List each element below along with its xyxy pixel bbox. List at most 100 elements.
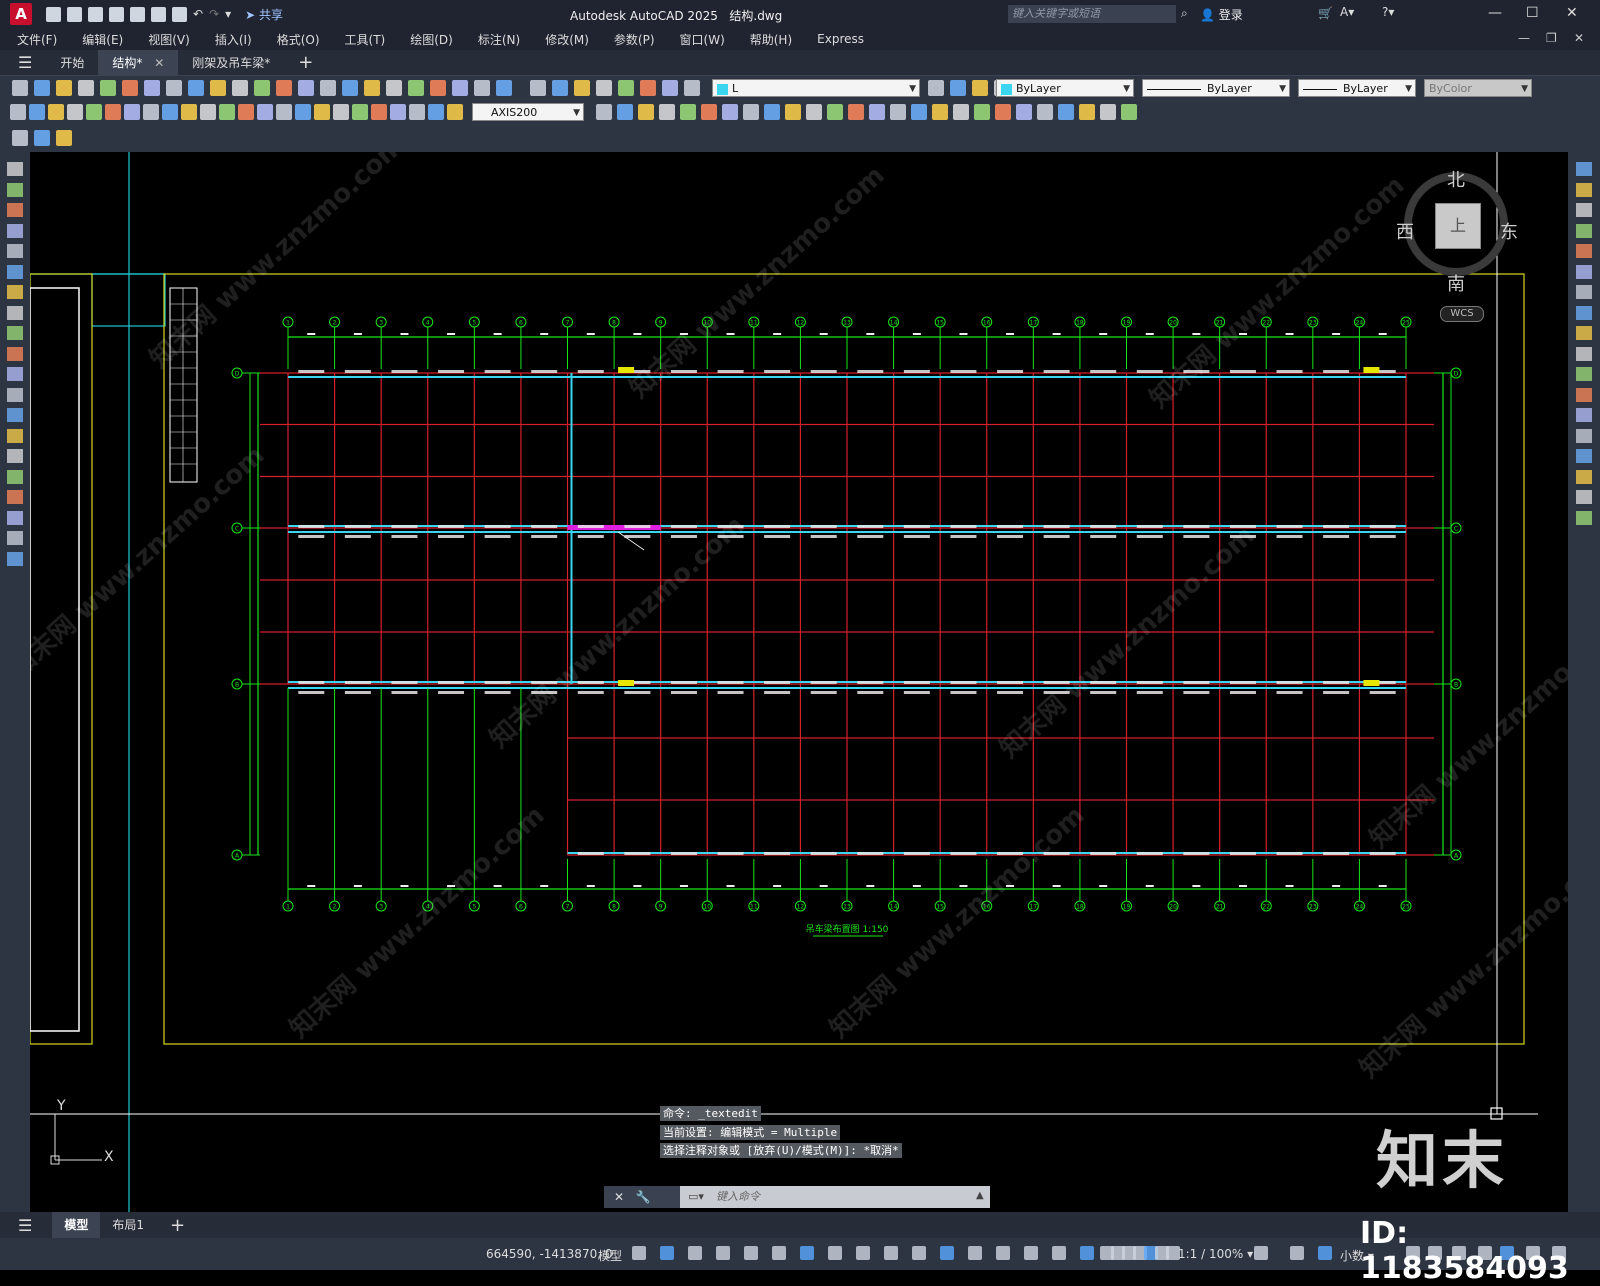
draw-tool-icon[interactable] xyxy=(7,469,23,484)
draw-tool-icon[interactable] xyxy=(7,551,23,566)
status-toggle-icon[interactable] xyxy=(1290,1246,1304,1260)
status-toggle-icon[interactable] xyxy=(1024,1246,1038,1260)
dimension-tool-icon[interactable] xyxy=(238,104,254,120)
draw-tool-icon[interactable] xyxy=(7,367,23,381)
dimension-tool-icon[interactable] xyxy=(48,104,64,120)
modify-tool-icon[interactable] xyxy=(1576,428,1592,443)
viewcube-north[interactable]: 北 xyxy=(1447,166,1465,192)
tool-icon[interactable] xyxy=(320,80,336,96)
menu-tools[interactable]: 工具(T) xyxy=(345,31,386,48)
dimension-tool-icon[interactable] xyxy=(143,104,159,120)
dimension-tool-icon[interactable] xyxy=(124,104,140,120)
status-toggle-icon[interactable] xyxy=(660,1246,674,1260)
match-tool-icon[interactable] xyxy=(972,80,988,96)
tab-model[interactable]: 模型 xyxy=(52,1212,101,1238)
match-tool-icon[interactable] xyxy=(950,80,966,96)
menu-help[interactable]: 帮助(H) xyxy=(750,31,792,48)
draw-tool-icon[interactable] xyxy=(7,244,23,258)
view-tool-icon[interactable] xyxy=(1016,104,1032,120)
dimstyle-dropdown[interactable]: AXIS200 ▼ xyxy=(472,103,584,121)
dimension-tool-icon[interactable] xyxy=(105,104,121,120)
model-space-toggle[interactable]: 模型 xyxy=(598,1247,622,1264)
doc-minimize-button[interactable]: — xyxy=(1518,31,1530,45)
dimension-tool-icon[interactable] xyxy=(10,104,26,120)
dimension-tool-icon[interactable] xyxy=(29,104,45,120)
tool-icon[interactable] xyxy=(342,80,358,96)
save-as-icon[interactable] xyxy=(109,6,124,22)
menu-view[interactable]: 视图(V) xyxy=(148,31,190,48)
tool-icon[interactable] xyxy=(254,80,270,96)
color-dropdown[interactable]: ByLayer ▼ xyxy=(996,79,1134,97)
drawing-canvas[interactable]: 1 1 2 2 3 3 4 4 5 5 6 6 7 7 8 8 9 9 10 10 11 11 12 12 13 13 14 14 15… xyxy=(30,152,1568,1212)
draw-tool-icon[interactable] xyxy=(7,264,23,279)
menu-dimension[interactable]: 标注(N) xyxy=(478,31,520,48)
status-toggle-icon[interactable] xyxy=(828,1246,842,1260)
modify-tool-icon[interactable] xyxy=(1576,223,1592,238)
tool-icon[interactable] xyxy=(78,80,94,96)
layer-tool-icon[interactable] xyxy=(662,80,678,96)
lineweight-dropdown[interactable]: ByLayer ▼ xyxy=(1298,79,1416,97)
tool-icon[interactable] xyxy=(430,80,446,96)
draw-tool-icon[interactable] xyxy=(7,305,23,320)
modify-tool-icon[interactable] xyxy=(1576,510,1592,525)
draw-tool-icon[interactable] xyxy=(7,408,23,422)
status-toggle-icon[interactable] xyxy=(1080,1246,1094,1260)
view-tool-icon[interactable] xyxy=(869,104,885,120)
view-tool-icon[interactable] xyxy=(1037,104,1053,120)
view-tool-icon[interactable] xyxy=(974,104,990,120)
modify-tool-icon[interactable] xyxy=(1576,469,1592,484)
new-tab-button[interactable]: + xyxy=(298,52,313,73)
tool-icon[interactable] xyxy=(452,80,468,96)
view-tool-icon[interactable] xyxy=(764,104,780,120)
viewcube-east[interactable]: 东 xyxy=(1500,218,1518,244)
modify-tool-icon[interactable] xyxy=(1576,182,1592,197)
menu-express[interactable]: Express xyxy=(817,32,864,46)
draw-tool-icon[interactable] xyxy=(7,203,23,217)
view-tool-icon[interactable] xyxy=(890,104,906,120)
tool-icon[interactable] xyxy=(386,80,402,96)
layer-tool-icon[interactable] xyxy=(640,80,656,96)
minimize-button[interactable]: — xyxy=(1488,5,1502,21)
status-toggle-icon[interactable] xyxy=(800,1246,814,1260)
search-icon[interactable]: ⌕ xyxy=(1181,6,1188,21)
layer-tool-icon[interactable] xyxy=(552,80,568,96)
tab-frames[interactable]: 刚架及吊车梁* xyxy=(178,50,284,76)
web-open-icon[interactable] xyxy=(130,6,145,22)
tool-icon[interactable] xyxy=(188,80,204,96)
doc-close-button[interactable]: ✕ xyxy=(1574,31,1584,45)
save-icon[interactable] xyxy=(88,6,103,22)
status-toggle-icon[interactable] xyxy=(884,1246,898,1260)
tool-icon[interactable] xyxy=(210,80,226,96)
extra-tool-icon[interactable] xyxy=(34,130,50,146)
status-toggle-icon[interactable] xyxy=(1254,1246,1268,1260)
tab-start[interactable]: 开始 xyxy=(46,50,98,76)
view-tool-icon[interactable] xyxy=(995,104,1011,120)
draw-tool-icon[interactable] xyxy=(7,223,23,238)
dimension-tool-icon[interactable] xyxy=(333,104,349,120)
view-tool-icon[interactable] xyxy=(806,104,822,120)
new-layout-button[interactable]: + xyxy=(170,1215,185,1236)
status-toggle-icon[interactable] xyxy=(716,1246,730,1260)
maximize-button[interactable]: ☐ xyxy=(1526,5,1539,21)
view-tool-icon[interactable] xyxy=(953,104,969,120)
cart-icon[interactable]: 🛒 xyxy=(1318,6,1333,20)
status-toggle-icon[interactable] xyxy=(688,1246,702,1260)
layer-tool-icon[interactable] xyxy=(530,80,546,96)
draw-tool-icon[interactable] xyxy=(7,428,23,443)
tool-icon[interactable] xyxy=(298,80,314,96)
view-tool-icon[interactable] xyxy=(827,104,843,120)
search-input[interactable]: 键入关键字或短语 xyxy=(1008,5,1176,23)
hamburger-menu-icon[interactable]: ☰ xyxy=(18,53,32,72)
status-toggle-icon[interactable] xyxy=(996,1246,1010,1260)
layer-tool-icon[interactable] xyxy=(684,80,700,96)
dimension-tool-icon[interactable] xyxy=(295,104,311,120)
draw-tool-icon[interactable] xyxy=(7,510,23,525)
layout-menu-icon[interactable]: ☰ xyxy=(18,1216,32,1235)
command-input[interactable]: 键入命令 xyxy=(680,1186,990,1208)
modify-tool-icon[interactable] xyxy=(1576,490,1592,504)
modify-tool-icon[interactable] xyxy=(1576,367,1592,381)
tool-icon[interactable] xyxy=(34,80,50,96)
wcs-menu[interactable]: WCS xyxy=(1440,306,1484,322)
command-prompt-icon[interactable]: ▭▾ xyxy=(688,1190,704,1203)
tool-icon[interactable] xyxy=(12,80,28,96)
